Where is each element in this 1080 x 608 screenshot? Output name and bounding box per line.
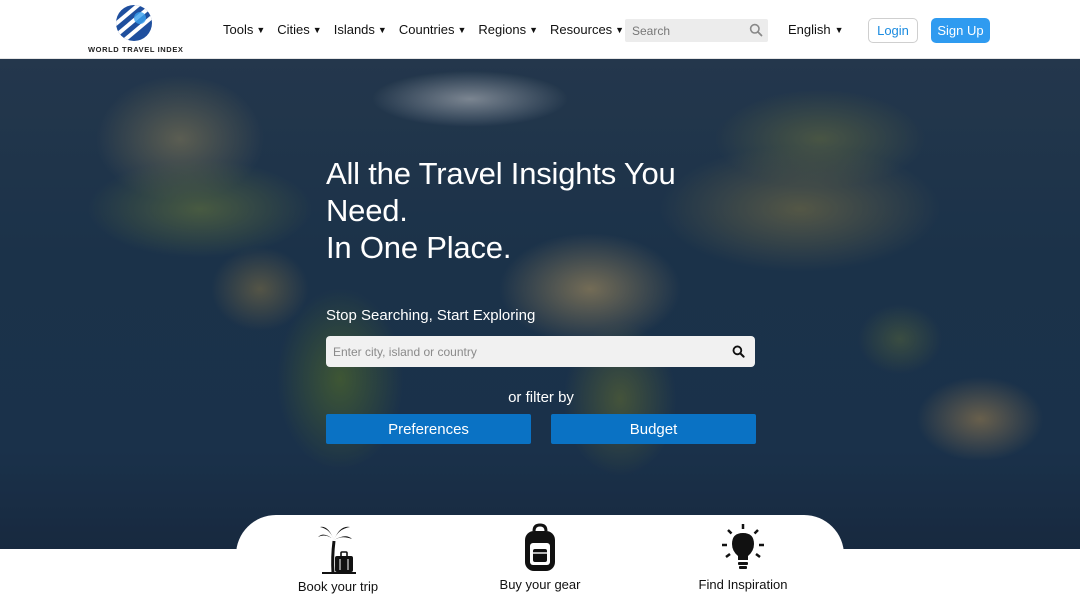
preferences-button[interactable]: Preferences — [326, 414, 531, 444]
palm-suitcase-icon — [318, 526, 356, 574]
header-search — [625, 19, 768, 42]
backpack-icon — [525, 523, 555, 571]
main-nav: Tools ▼ Cities ▼ Islands ▼ Countries ▼ Regio… — [223, 22, 624, 37]
caret-down-icon: ▼ — [529, 24, 539, 35]
hero-headline: All the Travel Insights You Need. In One… — [326, 155, 756, 266]
filter-buttons: Preferences Budget — [326, 414, 756, 444]
feature-label: Book your trip — [297, 579, 379, 594]
caret-down-icon: ▼ — [834, 24, 844, 35]
nav-label: Countries — [398, 22, 455, 37]
nav-label: Tools — [223, 22, 254, 37]
nav-label: Cities — [277, 22, 310, 37]
caret-down-icon: ▼ — [377, 24, 387, 35]
feature-label: Buy your gear — [499, 577, 581, 592]
search-icon[interactable] — [732, 345, 745, 358]
header-search-input[interactable] — [625, 19, 740, 42]
features-card: Book your trip Buy your gear Find Inspir… — [236, 515, 844, 608]
nav-label: Resources — [550, 22, 613, 37]
login-button[interactable]: Login — [868, 18, 918, 43]
language-selector[interactable]: English ▼ — [788, 22, 844, 37]
nav-label: Islands — [333, 22, 375, 37]
caret-down-icon: ▼ — [256, 24, 266, 35]
signup-button[interactable]: Sign Up — [931, 18, 990, 43]
budget-button[interactable]: Budget — [551, 414, 756, 444]
headline-line-2: In One Place. — [326, 230, 512, 265]
language-label: English — [788, 22, 831, 37]
nav-islands[interactable]: Islands ▼ — [334, 22, 387, 37]
caret-down-icon: ▼ — [457, 24, 467, 35]
feature-buy-gear[interactable]: Buy your gear — [470, 523, 610, 592]
feature-book-trip[interactable]: Book your trip — [268, 523, 408, 594]
hero-subheading: Stop Searching, Start Exploring — [326, 307, 536, 324]
nav-tools[interactable]: Tools ▼ — [223, 22, 265, 37]
feature-label: Find Inspiration — [698, 577, 788, 592]
hero-world-map: All the Travel Insights You Need. In One… — [0, 59, 1080, 549]
nav-label: Regions — [478, 22, 527, 37]
nav-countries[interactable]: Countries ▼ — [399, 22, 467, 37]
caret-down-icon: ▼ — [615, 24, 625, 35]
search-icon[interactable] — [749, 23, 763, 37]
lightbulb-icon — [722, 524, 764, 569]
caret-down-icon: ▼ — [312, 24, 322, 35]
site-header: WORLD TRAVEL INDEX Tools ▼ Cities ▼ Island… — [0, 0, 1080, 59]
globe-logo-icon — [116, 5, 152, 41]
destination-search — [326, 336, 755, 367]
nav-cities[interactable]: Cities ▼ — [277, 22, 321, 37]
logo-text: WORLD TRAVEL INDEX — [88, 45, 184, 54]
filter-label: or filter by — [508, 389, 574, 406]
nav-regions[interactable]: Regions ▼ — [478, 22, 538, 37]
destination-search-input[interactable] — [326, 336, 716, 367]
feature-find-inspiration[interactable]: Find Inspiration — [673, 523, 813, 592]
headline-line-1: All the Travel Insights You Need. — [326, 156, 676, 228]
logo[interactable]: WORLD TRAVEL INDEX — [88, 4, 184, 56]
hero-content: All the Travel Insights You Need. In One… — [326, 155, 756, 444]
nav-resources[interactable]: Resources ▼ — [550, 22, 624, 37]
